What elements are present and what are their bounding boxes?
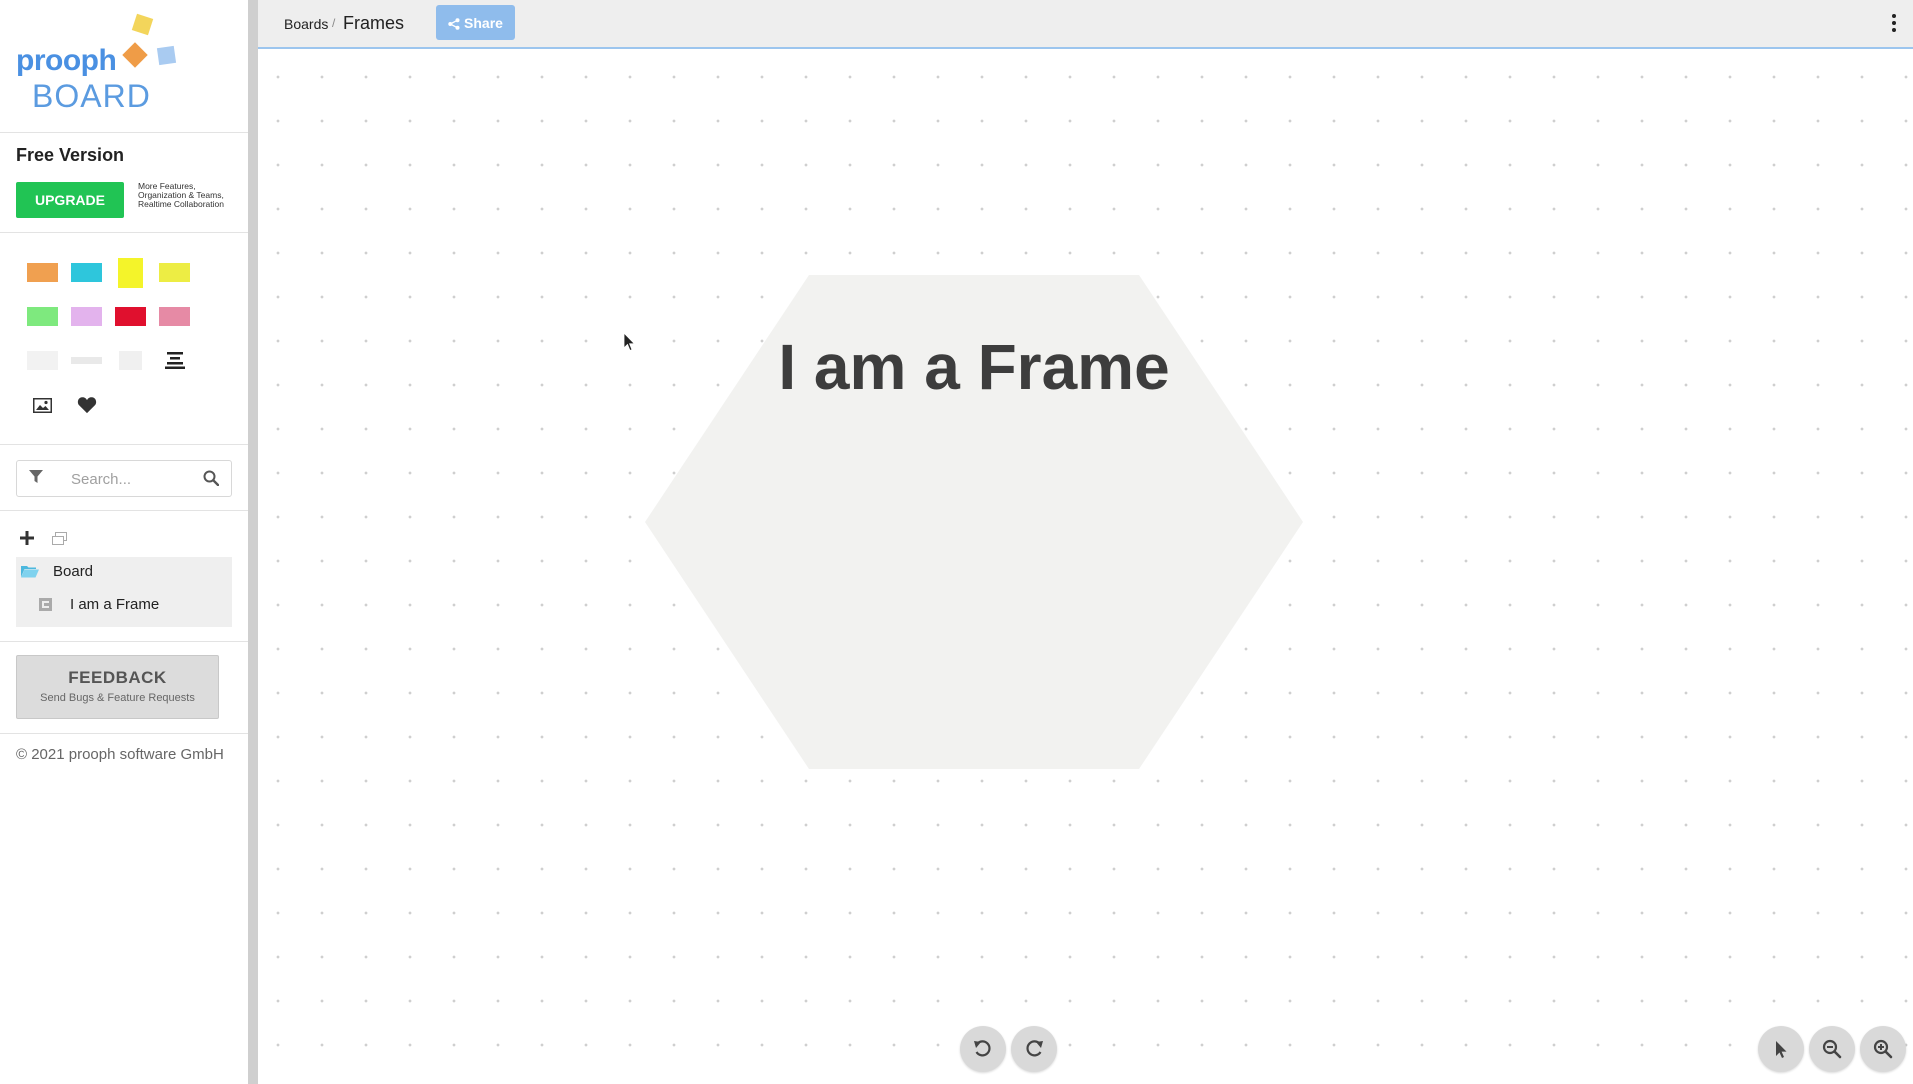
green-sticky-swatch[interactable]: [27, 307, 58, 326]
cyan-sticky-swatch[interactable]: [71, 263, 102, 282]
zoom-in-button[interactable]: [1860, 1026, 1906, 1072]
divider: [0, 641, 248, 642]
pointer-icon: [1776, 1041, 1787, 1058]
share-icon: [448, 17, 460, 30]
blank-square-icon[interactable]: [119, 351, 142, 370]
zoom-out-button[interactable]: [1809, 1026, 1855, 1072]
sidebar-resize-handle[interactable]: [248, 0, 258, 1084]
lilac-sticky-swatch[interactable]: [71, 307, 102, 326]
logo-blue-square: [156, 45, 177, 66]
tree-item-label: Board: [53, 563, 94, 580]
feedback-button[interactable]: FEEDBACK Send Bugs & Feature Requests: [16, 655, 219, 719]
feedback-title: FEEDBACK: [68, 668, 167, 687]
logo-yellow-square: [131, 13, 154, 36]
mouse-pointer-icon: [624, 333, 636, 352]
undo-button[interactable]: [960, 1026, 1006, 1072]
divider: [0, 232, 248, 233]
upgrade-button[interactable]: UPGRADE: [16, 182, 124, 218]
board-canvas[interactable]: I am a Frame: [258, 49, 1913, 1084]
add-element-icon[interactable]: [20, 530, 34, 548]
sidebar: prooph BOARD Free Version UPGRADE More F…: [0, 0, 248, 1084]
search-input[interactable]: [69, 467, 213, 491]
frame-item-icon: [39, 598, 52, 615]
text-align-icon[interactable]: [165, 352, 185, 374]
line-icon[interactable]: [71, 357, 102, 364]
folder-open-icon: [21, 565, 39, 582]
breadcrumb-separator: /: [332, 16, 336, 30]
share-label: Share: [464, 14, 503, 31]
plan-title: Free Version: [16, 145, 125, 165]
heart-icon[interactable]: [77, 396, 97, 419]
red-sticky-swatch[interactable]: [115, 307, 146, 326]
orange-sticky-swatch[interactable]: [27, 263, 58, 282]
search-icon[interactable]: [203, 470, 220, 491]
logo-orange-square: [122, 42, 148, 68]
yellow-sticky-swatch[interactable]: [118, 258, 143, 288]
image-icon[interactable]: [33, 397, 52, 418]
blank-card-icon[interactable]: [27, 351, 58, 370]
upgrade-note: More Features, Organization & Teams, Rea…: [138, 181, 224, 209]
divider: [0, 444, 248, 445]
zoom-in-icon: [1873, 1039, 1893, 1059]
light-yellow-sticky-swatch[interactable]: [159, 263, 190, 282]
divider: [0, 510, 248, 511]
divider: [0, 132, 248, 133]
search-box: [16, 460, 232, 497]
zoom-out-icon: [1822, 1039, 1842, 1059]
redo-button[interactable]: [1011, 1026, 1057, 1072]
prooph-board-logo[interactable]: prooph BOARD: [16, 10, 186, 114]
collapse-all-icon[interactable]: [52, 532, 67, 550]
more-menu-icon[interactable]: [1891, 14, 1897, 32]
element-tree: Board I am a Frame: [16, 557, 232, 627]
select-mode-button[interactable]: [1758, 1026, 1804, 1072]
copyright-text: © 2021 prooph software GmbH: [16, 746, 224, 763]
logo-word-prooph: prooph: [16, 44, 117, 77]
breadcrumb-current-board: Frames: [343, 13, 405, 33]
share-button[interactable]: Share: [436, 5, 515, 40]
breadcrumb-boards-link[interactable]: Boards: [284, 16, 328, 32]
undo-icon: [974, 1040, 991, 1057]
feedback-subtitle: Send Bugs & Feature Requests: [40, 692, 195, 704]
pink-sticky-swatch[interactable]: [159, 307, 190, 326]
frame-title[interactable]: I am a Frame: [645, 330, 1303, 404]
top-bar: Boards / Frames Share: [258, 0, 1913, 49]
tree-item-frame[interactable]: I am a Frame: [16, 590, 232, 620]
divider: [0, 733, 248, 734]
tree-item-board[interactable]: Board: [16, 557, 232, 587]
filter-icon[interactable]: [29, 470, 43, 489]
redo-icon: [1026, 1040, 1043, 1057]
logo-word-board: BOARD: [32, 78, 151, 114]
tree-item-label: I am a Frame: [70, 596, 160, 613]
